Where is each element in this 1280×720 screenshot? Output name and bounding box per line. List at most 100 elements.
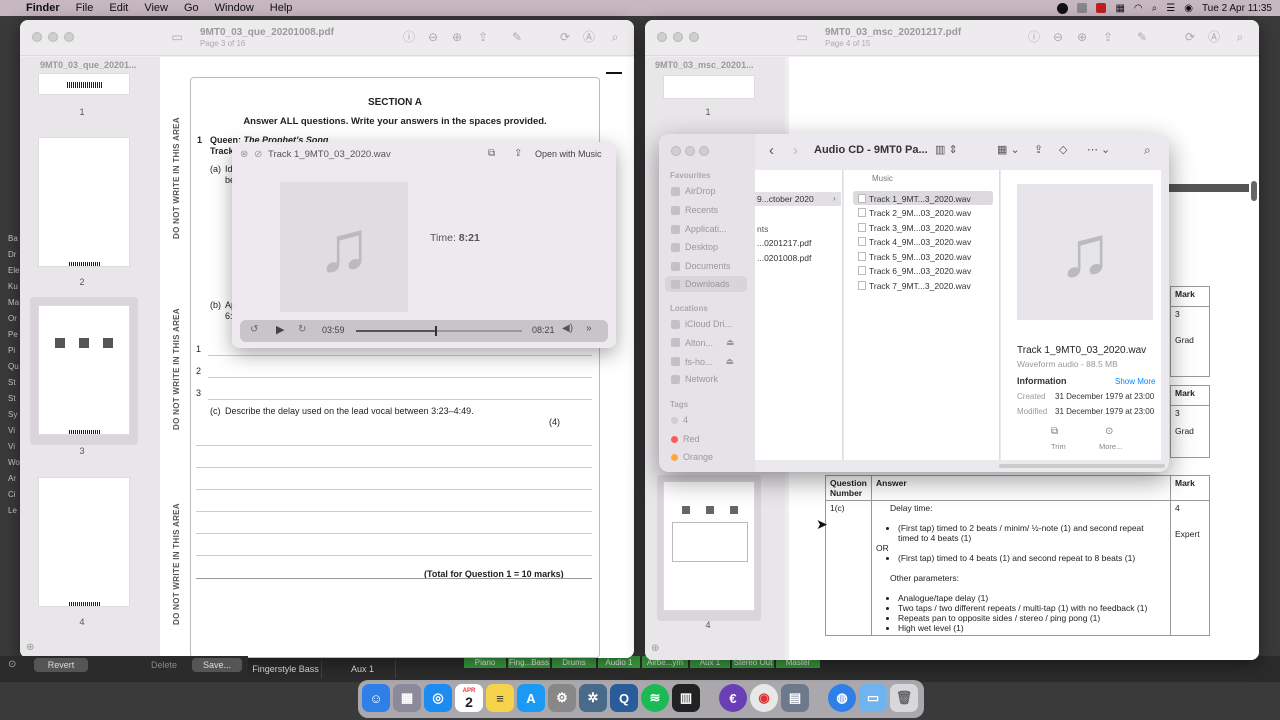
grid-icon[interactable]: ▦ <box>1115 3 1124 14</box>
sidebar-toggle-icon[interactable]: ▭ <box>170 30 184 44</box>
utility-dock-icon[interactable]: ✲ <box>579 684 607 712</box>
column-view-icon[interactable]: ▥ ⇕ <box>935 143 958 156</box>
sidebar-item-downloads[interactable]: Downloads <box>671 279 730 289</box>
add-page-icon[interactable]: ⊕ <box>26 642 34 653</box>
answer-line[interactable] <box>196 489 592 490</box>
share-icon[interactable]: ⇪ <box>1034 143 1043 156</box>
notes-dock-icon[interactable]: ≡ <box>486 684 514 712</box>
tag-item[interactable]: 4 <box>671 415 688 425</box>
zoom-out-icon[interactable]: ⊖ <box>1051 30 1065 44</box>
markup-icon[interactable]: ✎ <box>1135 30 1149 44</box>
answer-line[interactable] <box>196 467 592 468</box>
menu-edit[interactable]: Edit <box>109 2 128 14</box>
trash-dock-icon[interactable]: 🗑 <box>890 684 918 712</box>
zoom-button[interactable] <box>689 32 699 42</box>
file-item[interactable]: ...0201217.pdf <box>757 238 811 248</box>
markup-icon[interactable]: ✎ <box>510 30 524 44</box>
logic-pro-dock-icon[interactable]: ▥ <box>672 684 700 712</box>
play-icon[interactable]: ▶ <box>276 323 284 336</box>
annotate-icon[interactable]: Ⓐ <box>582 30 596 44</box>
sidebar-item-desktop[interactable]: Desktop <box>671 242 718 252</box>
sidebar-item-fs-ho[interactable]: fs-ho... ⏏ <box>671 356 734 367</box>
preview-dock-icon[interactable]: ▤ <box>781 684 809 712</box>
sidebar-item-recents[interactable]: Recents <box>671 205 718 215</box>
add-page-icon[interactable]: ⊕ <box>651 643 659 654</box>
scrubber[interactable] <box>356 326 522 336</box>
info-icon[interactable]: ⓘ <box>1027 30 1041 44</box>
sidebar-toggle-icon[interactable]: ▭ <box>795 30 809 44</box>
downloads-folder-dock-icon[interactable]: ▭ <box>859 684 887 712</box>
share-icon[interactable]: ⇪ <box>1101 30 1115 44</box>
menu-clock[interactable]: Tue 2 Apr 11:35 <box>1202 3 1272 14</box>
control-centre-icon[interactable]: ☰ <box>1166 3 1175 14</box>
zoom-button[interactable] <box>699 146 709 156</box>
page-thumbnail-4[interactable] <box>663 481 755 611</box>
zoom-button[interactable] <box>64 32 74 42</box>
annotate-icon[interactable]: Ⓐ <box>1207 30 1221 44</box>
scrollbar[interactable] <box>1251 181 1257 201</box>
minimize-button[interactable] <box>48 32 58 42</box>
tag-icon[interactable]: ◇ <box>1059 143 1067 156</box>
answer-line[interactable] <box>208 399 592 400</box>
trim-icon[interactable]: ⧉ <box>1051 426 1058 437</box>
search-icon[interactable]: ⌕ <box>1144 143 1151 158</box>
share-icon[interactable]: ⇪ <box>476 30 490 44</box>
forward-icon[interactable]: › <box>793 142 798 159</box>
revert-button[interactable]: Revert <box>34 658 88 672</box>
horizontal-scrollbar[interactable] <box>999 464 1165 468</box>
finder-dock-icon[interactable]: ☺ <box>362 684 390 712</box>
file-row-track-4[interactable]: Track 4_9M...03_2020.wav <box>855 235 993 248</box>
rotate-icon[interactable]: ⟳ <box>558 30 572 44</box>
delete-button[interactable]: Delete <box>140 658 188 672</box>
search-icon[interactable]: ⌕ <box>1152 3 1158 14</box>
daw-tab-fingerstyle-bass[interactable]: Fingerstyle Bass <box>250 660 322 678</box>
answer-line[interactable] <box>196 511 592 512</box>
more-icon[interactable]: ⊙ <box>1105 426 1113 437</box>
folder-item[interactable]: nts <box>757 224 768 234</box>
eject-icon[interactable]: ⏏ <box>726 337 735 348</box>
daw-tab-aux1[interactable]: Aux 1 <box>330 660 396 678</box>
siri-icon[interactable]: ◉ <box>1184 3 1193 14</box>
zoom-in-icon[interactable]: ⊕ <box>1075 30 1089 44</box>
zoom-in-icon[interactable]: ⊕ <box>450 30 464 44</box>
group-icon[interactable]: ▦ ⌄ <box>997 143 1020 156</box>
search-icon[interactable]: ⌕ <box>608 30 622 44</box>
search-icon[interactable]: ⌕ <box>1233 30 1247 44</box>
close-button[interactable] <box>32 32 42 42</box>
volume-icon[interactable]: ◀) <box>562 323 573 334</box>
sidebar-item-icloud[interactable]: iCloud Dri... <box>671 319 732 329</box>
page-thumbnail-1[interactable] <box>663 75 755 99</box>
open-with-music-button[interactable]: Open with Music <box>535 149 602 159</box>
calendar-dock-icon[interactable]: APR 2 <box>455 684 483 712</box>
save-button[interactable]: Save... <box>192 658 242 672</box>
share-icon[interactable]: ⇪ <box>514 148 522 159</box>
wifi-icon[interactable]: ◠ <box>1134 3 1143 14</box>
page-thumbnail-4[interactable] <box>38 477 130 607</box>
info-icon[interactable]: ⓘ <box>402 30 416 44</box>
close-button[interactable] <box>657 32 667 42</box>
file-row-track-3[interactable]: Track 3_9M...03_2020.wav <box>855 221 993 234</box>
sidebar-item-airdrop[interactable]: AirDrop <box>671 186 716 196</box>
spotify-dock-icon[interactable]: ≋ <box>641 684 669 712</box>
answer-line[interactable] <box>208 355 592 356</box>
page-thumbnail-2[interactable] <box>38 137 130 267</box>
app-store-dock-icon[interactable]: A <box>517 684 545 712</box>
trim-icon[interactable]: ⧉ <box>488 148 495 159</box>
back-icon[interactable]: ‹ <box>769 142 774 159</box>
fullscreen-icon[interactable]: ⊘ <box>254 149 262 160</box>
trim-button-label[interactable]: Trim <box>1051 442 1066 451</box>
quicktime-dock-icon[interactable]: Q <box>610 684 638 712</box>
eclipse-dock-icon[interactable]: € <box>719 684 747 712</box>
file-row-track-6[interactable]: Track 6_9M...03_2020.wav <box>855 264 993 277</box>
tag-item[interactable]: Red <box>671 434 700 444</box>
sidebar-item-alton[interactable]: Alton... ⏏ <box>671 337 735 348</box>
skip-forward-icon[interactable]: ↻ <box>298 324 306 335</box>
menu-file[interactable]: File <box>76 2 94 14</box>
answer-line[interactable] <box>196 533 592 534</box>
file-row-track-5[interactable]: Track 5_9M...03_2020.wav <box>855 250 993 263</box>
system-preferences-dock-icon[interactable]: ⚙ <box>548 684 576 712</box>
scrubber-handle[interactable] <box>434 326 437 336</box>
minimize-button[interactable] <box>673 32 683 42</box>
status-app-icon[interactable] <box>1077 3 1088 13</box>
answer-line[interactable] <box>208 377 592 378</box>
